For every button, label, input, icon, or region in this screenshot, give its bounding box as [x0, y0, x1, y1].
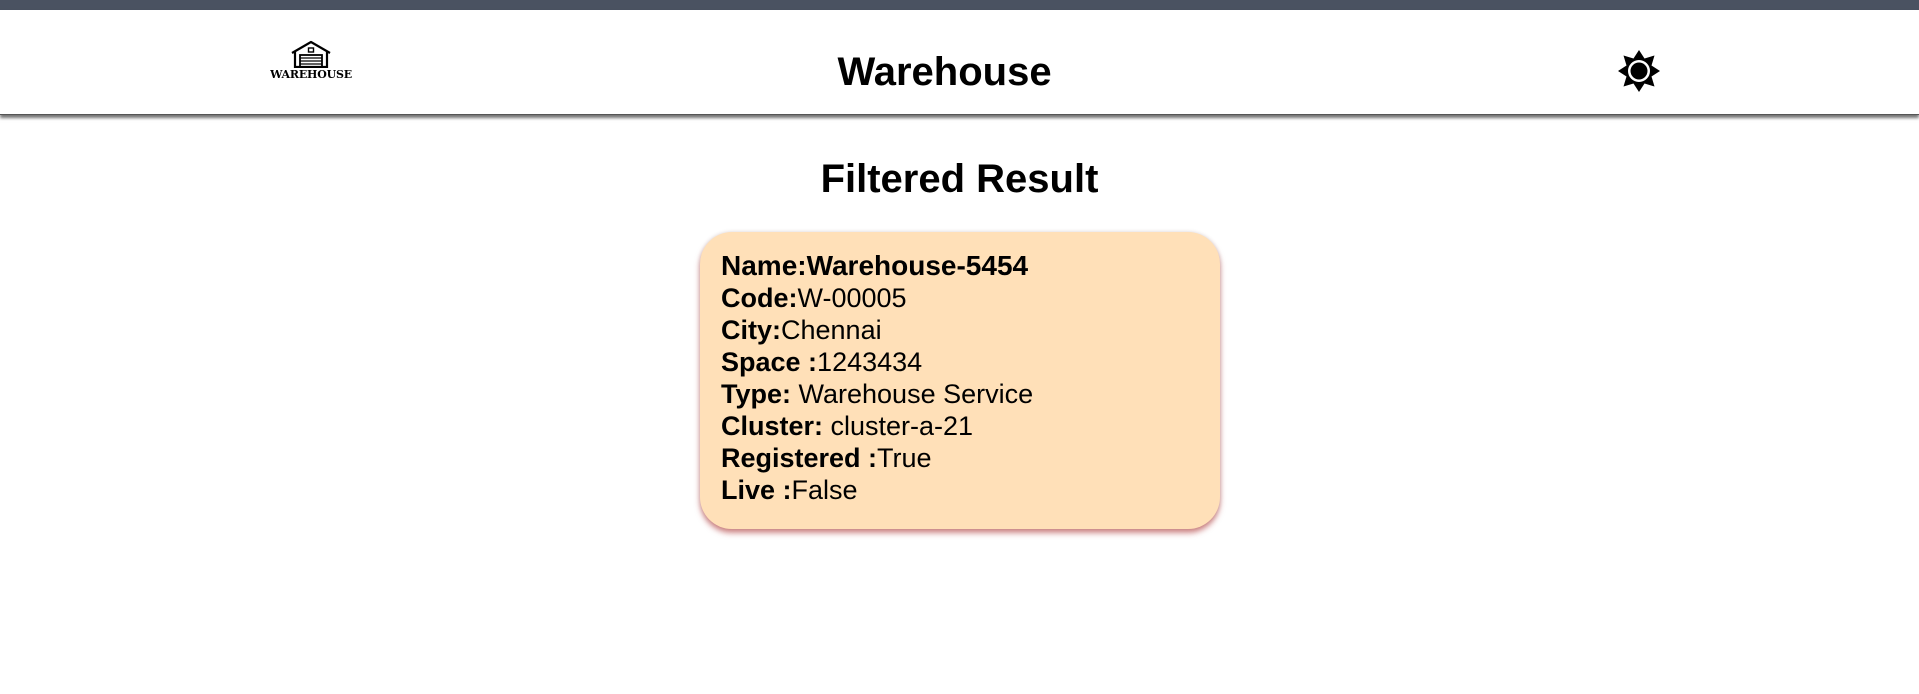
type-value: Warehouse Service — [791, 379, 1034, 409]
cluster-label: Cluster: — [721, 411, 824, 441]
name-value: Warehouse-5454 — [806, 250, 1029, 281]
card-row-cluster: Cluster: cluster-a-21 — [721, 410, 1199, 442]
code-value: W-00005 — [797, 283, 907, 313]
name-label: Name: — [721, 250, 807, 281]
cluster-value: cluster-a-21 — [823, 411, 974, 441]
registered-value: True — [877, 443, 932, 473]
space-label: Space : — [721, 347, 818, 377]
card-row-registered: Registered :True — [721, 442, 1199, 474]
theme-toggle-button[interactable] — [1616, 48, 1662, 94]
live-value: False — [791, 475, 858, 505]
type-label: Type: — [721, 379, 792, 409]
registered-label: Registered : — [721, 443, 878, 473]
card-row-name: Name:Warehouse-5454 — [721, 250, 1199, 282]
app-header: WAREHOUSE Warehouse — [0, 10, 1919, 115]
city-value: Chennai — [781, 315, 882, 345]
city-label: City: — [721, 315, 781, 345]
card-row-space: Space :1243434 — [721, 346, 1199, 378]
card-row-type: Type: Warehouse Service — [721, 378, 1199, 410]
sun-icon — [1618, 50, 1660, 92]
top-strip — [0, 0, 1919, 10]
code-label: Code: — [721, 283, 798, 313]
warehouse-card[interactable]: Name:Warehouse-5454 Code:W-00005 City:Ch… — [700, 232, 1220, 529]
card-row-city: City:Chennai — [721, 314, 1199, 346]
card-row-live: Live :False — [721, 474, 1199, 506]
live-label: Live : — [721, 475, 792, 505]
space-value: 1243434 — [817, 347, 923, 377]
card-row-code: Code:W-00005 — [721, 282, 1199, 314]
section-title: Filtered Result — [0, 155, 1919, 203]
section-title-text: Filtered Result — [820, 157, 1099, 201]
